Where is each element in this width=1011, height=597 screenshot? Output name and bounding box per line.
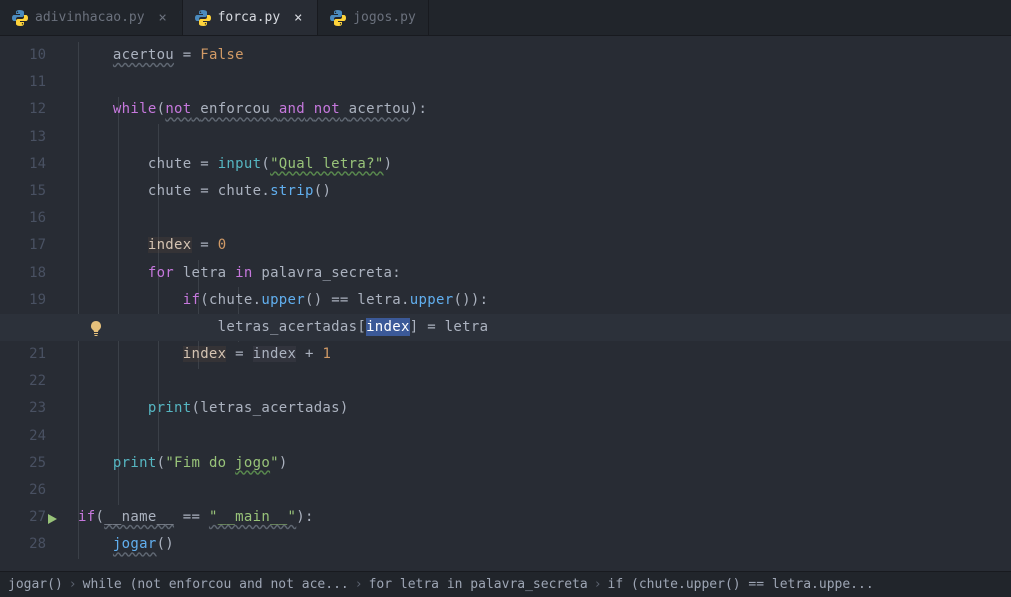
- code-line[interactable]: print(letras_acertadas): [78, 395, 1011, 422]
- code-line[interactable]: jogar(): [78, 531, 1011, 558]
- breadcrumb-item[interactable]: jogar(): [8, 577, 63, 592]
- line-number[interactable]: 19: [0, 287, 68, 314]
- lightbulb-icon[interactable]: [88, 320, 104, 336]
- code-line[interactable]: letras_acertadas[index] = letra: [0, 314, 1011, 341]
- line-number[interactable]: 10: [0, 42, 68, 69]
- line-number[interactable]: 21: [0, 341, 68, 368]
- line-number[interactable]: 13: [0, 124, 68, 151]
- breadcrumb-item[interactable]: for letra in palavra_secreta: [369, 577, 588, 592]
- code-area[interactable]: acertou = False while(not enforcou and n…: [68, 36, 1011, 571]
- code-line[interactable]: index = 0: [78, 232, 1011, 259]
- line-number[interactable]: 26: [0, 477, 68, 504]
- tab-adivinhacao[interactable]: adivinhacao.py ×: [0, 0, 183, 35]
- line-number[interactable]: 14: [0, 151, 68, 178]
- breadcrumb-item[interactable]: if (chute.upper() == letra.uppe...: [608, 577, 874, 592]
- code-line[interactable]: for letra in palavra_secreta:: [78, 260, 1011, 287]
- code-line[interactable]: [78, 205, 1011, 232]
- code-line[interactable]: index = index + 1: [78, 341, 1011, 368]
- chevron-right-icon: ›: [69, 577, 77, 592]
- editor[interactable]: 10 11 12 13 14 15 16 17 18 19 20 21 22 2…: [0, 36, 1011, 571]
- line-number[interactable]: 18: [0, 260, 68, 287]
- tab-bar: adivinhacao.py × forca.py × jogos.py: [0, 0, 1011, 36]
- line-number[interactable]: 11: [0, 69, 68, 96]
- python-icon: [195, 10, 211, 26]
- code-line[interactable]: [78, 124, 1011, 151]
- code-line[interactable]: while(not enforcou and not acertou):: [78, 96, 1011, 123]
- tab-jogos[interactable]: jogos.py: [318, 0, 429, 35]
- line-number[interactable]: 22: [0, 368, 68, 395]
- code-line[interactable]: chute = input("Qual letra?"): [78, 151, 1011, 178]
- line-number[interactable]: 12: [0, 96, 68, 123]
- line-number[interactable]: 16: [0, 205, 68, 232]
- code-line[interactable]: chute = chute.strip(): [78, 178, 1011, 205]
- close-icon[interactable]: ×: [291, 11, 305, 25]
- python-icon: [330, 10, 346, 26]
- tab-label: jogos.py: [353, 10, 416, 25]
- line-number[interactable]: 15: [0, 178, 68, 205]
- code-line[interactable]: if(chute.upper() == letra.upper()):: [78, 287, 1011, 314]
- close-icon[interactable]: ×: [156, 11, 170, 25]
- code-line[interactable]: if(__name__ == "__main__"):: [78, 504, 1011, 531]
- code-line[interactable]: acertou = False: [78, 42, 1011, 69]
- line-number[interactable]: 25: [0, 450, 68, 477]
- tab-label: adivinhacao.py: [35, 10, 145, 25]
- breadcrumbs: jogar() › while (not enforcou and not ac…: [0, 571, 1011, 597]
- code-line[interactable]: print("Fim do jogo"): [78, 450, 1011, 477]
- tab-label: forca.py: [218, 10, 281, 25]
- line-number[interactable]: 17: [0, 232, 68, 259]
- python-icon: [12, 10, 28, 26]
- line-number[interactable]: 24: [0, 423, 68, 450]
- line-number[interactable]: 28: [0, 531, 68, 558]
- gutter: 10 11 12 13 14 15 16 17 18 19 20 21 22 2…: [0, 36, 68, 571]
- tab-forca[interactable]: forca.py ×: [183, 0, 319, 35]
- code-line[interactable]: [78, 423, 1011, 450]
- breadcrumb-item[interactable]: while (not enforcou and not ace...: [83, 577, 349, 592]
- chevron-right-icon: ›: [594, 577, 602, 592]
- play-icon[interactable]: [46, 513, 58, 525]
- code-line[interactable]: [78, 368, 1011, 395]
- line-number[interactable]: 23: [0, 395, 68, 422]
- code-line[interactable]: [78, 477, 1011, 504]
- chevron-right-icon: ›: [355, 577, 363, 592]
- code-line[interactable]: [78, 69, 1011, 96]
